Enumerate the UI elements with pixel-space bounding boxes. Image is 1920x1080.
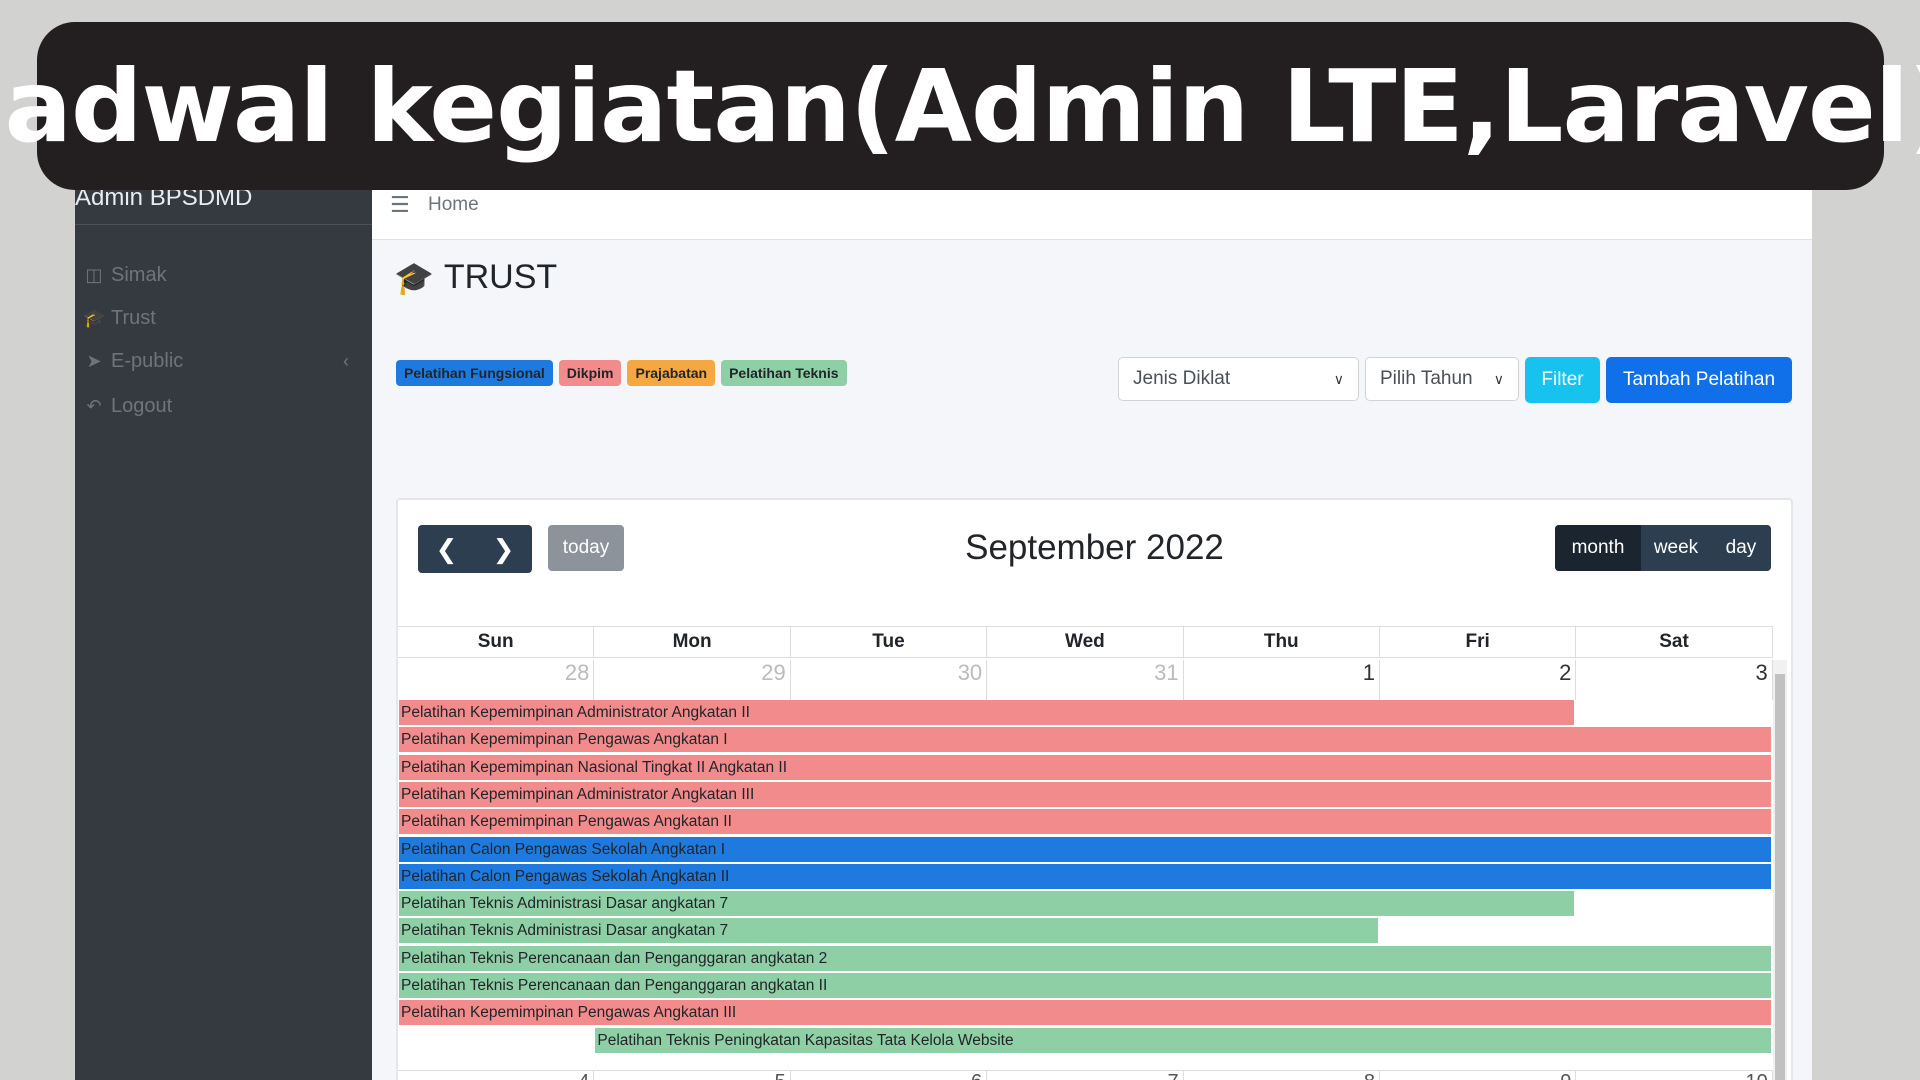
day-number[interactable]: 6 <box>791 1071 988 1080</box>
day-number[interactable]: 10 <box>1576 1071 1773 1080</box>
sidebar-item-simak[interactable]: ◫ Simak <box>83 255 363 295</box>
day-header: Thu <box>1184 627 1380 657</box>
day-number[interactable]: 31 <box>987 660 1184 700</box>
scrollbar-thumb[interactable] <box>1775 674 1785 1080</box>
calendar-card: ❮ ❯ today September 2022 month week day … <box>396 498 1793 1080</box>
day-number[interactable]: 28 <box>398 660 595 700</box>
day-number[interactable]: 2 <box>1380 660 1577 700</box>
sidebar-item-label: Trust <box>111 306 156 329</box>
legend-badge-fungsional: Pelatihan Fungsional <box>396 360 553 386</box>
view-month-button[interactable]: month <box>1555 525 1641 571</box>
page-title-text: TRUST <box>443 258 558 296</box>
day-number[interactable]: 29 <box>594 660 791 700</box>
paper-plane-icon: ➤ <box>86 350 102 371</box>
filter-controls: Jenis Diklat ∨ Pilih Tahun ∨ Filter Tamb… <box>1118 357 1792 403</box>
reply-icon: ↶ <box>86 395 102 416</box>
page-title: 🎓 TRUST <box>394 258 557 297</box>
chevron-down-icon: ∨ <box>1493 370 1504 387</box>
calendar-event[interactable]: Pelatihan Calon Pengawas Sekolah Angkata… <box>399 863 1771 889</box>
legend-badge-teknis: Pelatihan Teknis <box>721 360 847 386</box>
title-banner: Jadwal kegiatan(Admin LTE,Laravel) <box>0 22 1920 190</box>
calendar-event[interactable]: Pelatihan Kepemimpinan Pengawas Angkatan… <box>399 727 1771 753</box>
tahun-select[interactable]: Pilih Tahun ∨ <box>1365 357 1519 401</box>
calendar-event[interactable]: Pelatihan Teknis Administrasi Dasar angk… <box>399 918 1378 944</box>
brand-link[interactable]: Admin BPSDMD <box>75 190 372 225</box>
select-value: Pilih Tahun <box>1380 368 1473 389</box>
sidebar-item-label: E-public <box>111 349 184 372</box>
day-header: Fri <box>1380 627 1577 657</box>
calendar-event[interactable]: Pelatihan Kepemimpinan Nasional Tingkat … <box>399 754 1771 780</box>
add-training-button[interactable]: Tambah Pelatihan <box>1606 357 1792 403</box>
table-icon: ◫ <box>85 264 103 285</box>
graduation-cap-icon: 🎓 <box>394 259 434 296</box>
day-number[interactable]: 7 <box>987 1071 1184 1080</box>
calendar-event[interactable]: Pelatihan Calon Pengawas Sekolah Angkata… <box>399 836 1771 862</box>
day-number[interactable]: 9 <box>1380 1071 1577 1080</box>
banner-title: Jadwal kegiatan(Admin LTE,Laravel) <box>0 47 1920 165</box>
graduation-cap-icon: 🎓 <box>83 307 106 328</box>
legend-badge-prajabatan: Prajabatan <box>627 360 716 386</box>
top-navbar: ☰ Home <box>372 190 1812 240</box>
calendar-event[interactable]: Pelatihan Teknis Perencanaan dan Pengang… <box>399 973 1771 998</box>
day-number[interactable]: 30 <box>791 660 988 700</box>
sidebar-item-trust[interactable]: 🎓 Trust <box>83 298 363 338</box>
chevron-left-icon: ‹ <box>343 350 349 371</box>
sidebar-item-logout[interactable]: ↶ Logout <box>83 386 363 426</box>
calendar-event[interactable]: Pelatihan Kepemimpinan Pengawas Angkatan… <box>399 1000 1771 1026</box>
sidebar-item-label: Logout <box>111 394 173 417</box>
hamburger-menu-icon[interactable]: ☰ <box>390 192 410 218</box>
day-number[interactable]: 1 <box>1184 660 1380 700</box>
day-number[interactable]: 8 <box>1184 1071 1380 1080</box>
sidebar-item-label: Simak <box>111 263 167 286</box>
day-header: Mon <box>594 627 791 657</box>
day-number[interactable]: 3 <box>1576 660 1773 700</box>
day-header: Tue <box>791 627 988 657</box>
jenis-diklat-select[interactable]: Jenis Diklat ∨ <box>1118 357 1359 401</box>
calendar-event[interactable]: Pelatihan Teknis Perencanaan dan Pengang… <box>399 945 1771 971</box>
calendar-event[interactable]: Pelatihan Teknis Administrasi Dasar angk… <box>399 891 1575 917</box>
calendar-event[interactable]: Pelatihan Teknis Peningkatan Kapasitas T… <box>595 1027 1771 1053</box>
week-row-2: 4 5 6 7 8 9 10 <box>398 1070 1773 1080</box>
home-link[interactable]: Home <box>428 194 479 216</box>
calendar-event[interactable]: Pelatihan Kepemimpinan Administrator Ang… <box>399 781 1771 807</box>
day-number[interactable]: 4 <box>398 1071 595 1080</box>
day-header-row: Sun Mon Tue Wed Thu Fri Sat <box>398 626 1773 658</box>
calendar-event[interactable]: Pelatihan Kepemimpinan Pengawas Angkatan… <box>399 809 1771 835</box>
legend-badge-dikpim: Dikpim <box>558 360 622 386</box>
view-day-button[interactable]: day <box>1711 525 1771 571</box>
view-week-button[interactable]: week <box>1641 525 1711 571</box>
day-header: Sun <box>398 627 595 657</box>
calendar-scrollbar[interactable] <box>1773 660 1787 1080</box>
filter-button[interactable]: Filter <box>1525 357 1600 403</box>
day-number[interactable]: 5 <box>594 1071 791 1080</box>
day-header: Wed <box>987 627 1184 657</box>
sidebar: Admin BPSDMD ◫ Simak 🎓 Trust ➤ E-public … <box>75 190 372 1080</box>
content-wrapper: ☰ Home 🎓 TRUST Pelatihan Fungsional Dikp… <box>372 190 1812 1080</box>
app-window: Admin BPSDMD ◫ Simak 🎓 Trust ➤ E-public … <box>75 190 1812 1080</box>
week-row-1: 28 29 30 31 1 2 3 <box>398 660 1773 700</box>
legend: Pelatihan Fungsional Dikpim Prajabatan P… <box>396 360 847 386</box>
select-value: Jenis Diklat <box>1133 368 1231 389</box>
calendar-event[interactable]: Pelatihan Kepemimpinan Administrator Ang… <box>399 700 1575 725</box>
sidebar-item-e-public[interactable]: ➤ E-public ‹ <box>83 341 363 381</box>
day-header: Sat <box>1576 627 1773 657</box>
view-switcher: month week day <box>1555 525 1771 571</box>
chevron-down-icon: ∨ <box>1333 370 1344 387</box>
